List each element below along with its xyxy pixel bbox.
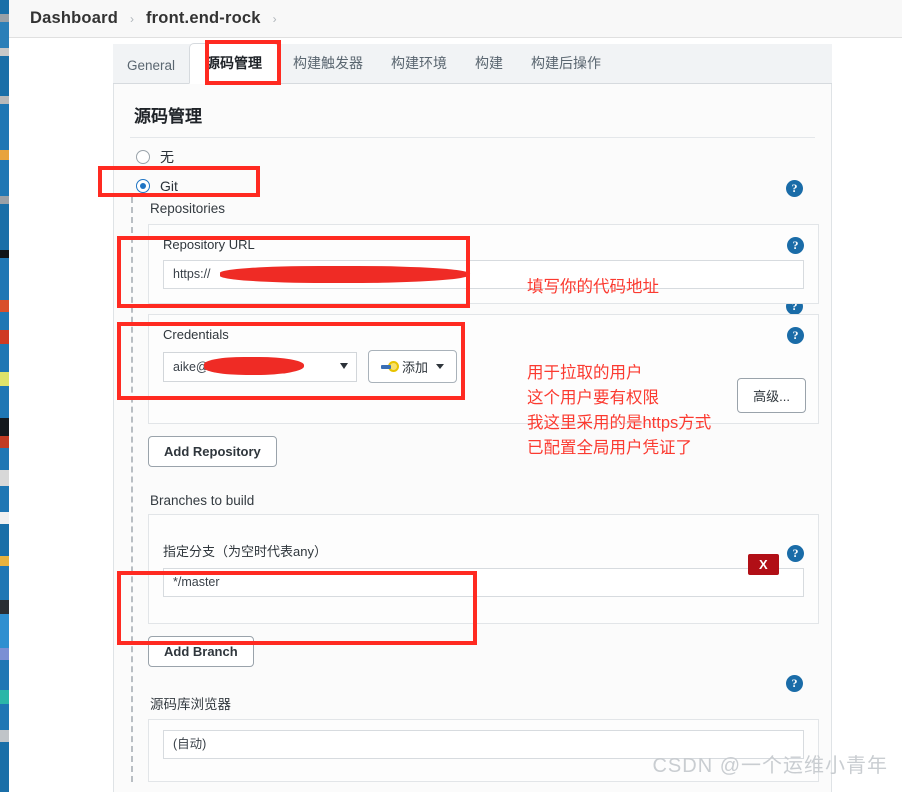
- credentials-select[interactable]: aike@/*******: [163, 351, 357, 382]
- annotation-cred-1: 用于拉取的用户: [527, 364, 643, 382]
- annotation-repo-url: 填写你的代码地址: [527, 278, 659, 296]
- redaction-mark-url: [220, 266, 470, 283]
- config-tab-strip: General 源码管理 构建触发器 构建环境 构建 构建后操作: [113, 43, 832, 84]
- adjacent-window-sliver: [0, 0, 9, 792]
- help-icon-branches[interactable]: ?: [786, 675, 803, 692]
- help-icon-credentials[interactable]: ?: [787, 327, 804, 344]
- repository-browser-value: (自动): [173, 737, 207, 751]
- tab-post-build-actions[interactable]: 构建后操作: [517, 44, 615, 83]
- key-icon: [381, 361, 399, 372]
- scm-option-git-label: Git: [160, 178, 178, 194]
- repository-url-field-box: Repository URL ? https://: [148, 224, 819, 304]
- breadcrumb-item-job[interactable]: front.end-rock: [146, 9, 261, 28]
- repository-browser-label: 源码库浏览器: [150, 697, 231, 712]
- help-icon-repository-url[interactable]: ?: [787, 237, 804, 254]
- advanced-button[interactable]: 高级...: [737, 378, 806, 413]
- tab-build[interactable]: 构建: [461, 44, 517, 83]
- radio-none-icon[interactable]: [136, 150, 150, 164]
- branch-spec-value: */master: [173, 575, 220, 589]
- breadcrumb-item-dashboard[interactable]: Dashboard: [30, 9, 118, 28]
- csdn-watermark: CSDN @一个运维小青年: [652, 755, 888, 777]
- scm-option-git[interactable]: Git ?: [114, 170, 831, 197]
- scm-content-panel: 源码管理 无 Git ? Repositories ? Repository U…: [113, 84, 832, 792]
- radio-git-icon[interactable]: [136, 179, 150, 193]
- chevron-down-icon: [340, 362, 348, 369]
- credentials-row: aike@/******* 添加: [163, 350, 804, 383]
- redaction-mark-credentials: [204, 356, 304, 375]
- repository-url-input[interactable]: https://: [163, 260, 804, 289]
- page-title: 源码管理: [134, 107, 202, 126]
- help-icon-branch-spec[interactable]: ?: [787, 545, 804, 562]
- breadcrumb: Dashboard › front.end-rock ›: [9, 0, 902, 38]
- tab-build-environment[interactable]: 构建环境: [377, 44, 461, 83]
- annotation-cred-2: 这个用户要有权限: [527, 389, 659, 407]
- annotation-cred-3: 我这里采用的是https方式: [527, 414, 712, 432]
- branch-spec-input[interactable]: */master: [163, 568, 804, 597]
- app-screen: Dashboard › front.end-rock › General 源码管…: [0, 0, 902, 792]
- add-credentials-label: 添加: [402, 360, 429, 375]
- branches-to-build-label: Branches to build: [150, 493, 255, 508]
- credentials-field-box: Credentials ? aike@/******* 添加 高级...: [148, 314, 819, 424]
- delete-branch-button[interactable]: X: [748, 554, 779, 575]
- add-repository-button[interactable]: Add Repository: [148, 436, 277, 467]
- tab-source-code-management[interactable]: 源码管理: [189, 43, 280, 84]
- credentials-label: Credentials: [163, 327, 229, 342]
- git-config-block: Repositories ? Repository URL ? https://…: [131, 197, 831, 782]
- annotation-cred-4: 已配置全局用户凭证了: [527, 439, 692, 457]
- add-branch-button[interactable]: Add Branch: [148, 636, 254, 667]
- breadcrumb-separator-icon-2: ›: [272, 11, 277, 26]
- scm-option-none[interactable]: 无: [114, 138, 831, 170]
- add-credentials-button[interactable]: 添加: [368, 350, 458, 383]
- scm-option-none-label: 无: [160, 149, 174, 165]
- tab-build-triggers[interactable]: 构建触发器: [279, 44, 377, 83]
- repository-url-label: Repository URL: [163, 237, 255, 252]
- help-icon-git[interactable]: ?: [786, 180, 803, 197]
- repository-url-value: https://: [173, 267, 211, 281]
- chevron-down-icon-add: [436, 364, 445, 369]
- breadcrumb-separator-icon: ›: [129, 11, 134, 26]
- repositories-label: Repositories: [150, 201, 226, 216]
- branch-spec-label: 指定分支（为空时代表any）: [163, 544, 327, 559]
- tab-general[interactable]: General: [113, 49, 189, 83]
- branch-field-box: ? 指定分支（为空时代表any） */master: [148, 514, 819, 624]
